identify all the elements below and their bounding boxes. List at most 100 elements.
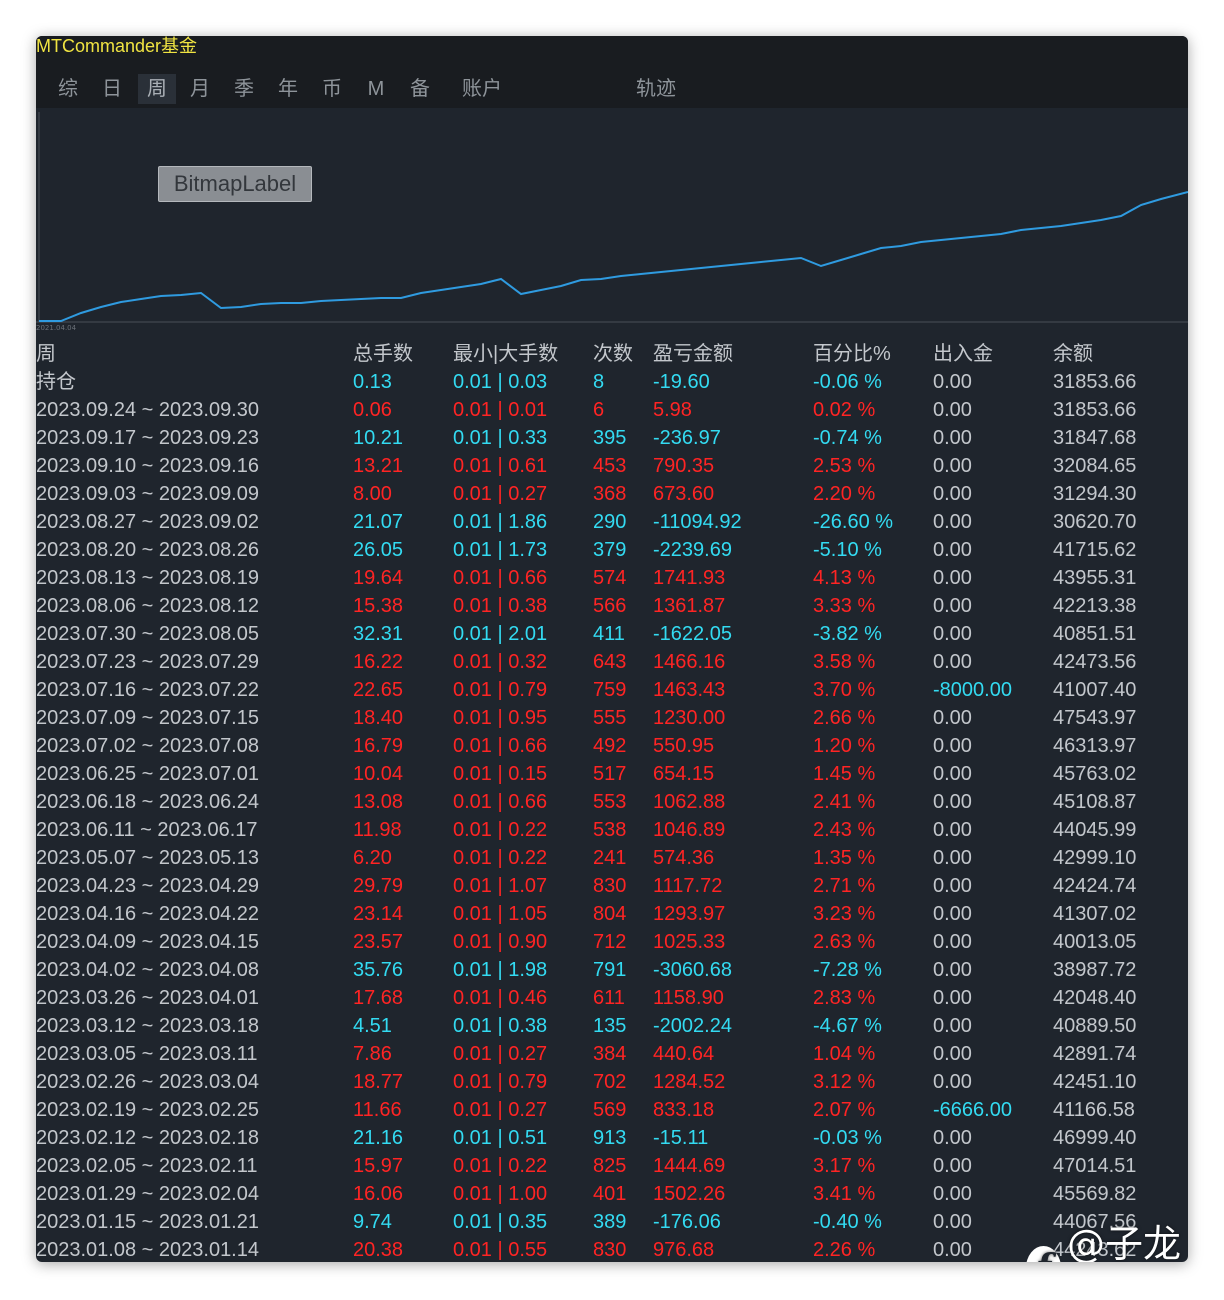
cell-percent: 1.04 %	[813, 1043, 876, 1065]
cell-pnl: -236.97	[653, 427, 721, 449]
cell-balance: 31853.66	[1053, 399, 1137, 421]
cell-deposit: 0.00	[933, 1239, 972, 1261]
cell-lots: 32.31	[353, 623, 404, 645]
header-count: 次数	[593, 343, 633, 365]
cell-lots: 23.14	[353, 903, 404, 925]
chart-x-start-label: 2021.04.04	[36, 324, 77, 332]
cell-count: 759	[593, 679, 627, 701]
equity-line	[39, 191, 1188, 322]
tab-currency[interactable]: 币	[312, 74, 352, 104]
cell-percent: -7.28 %	[813, 959, 882, 981]
cell-percent: 2.43 %	[813, 819, 876, 841]
cell-minmax: 0.01 | 0.33	[453, 427, 548, 449]
cell-balance: 47014.51	[1053, 1155, 1137, 1177]
cell-percent: 3.70 %	[813, 679, 876, 701]
header-period: 周	[36, 343, 56, 365]
table-row: 2023.07.30 ~ 2023.08.05 32.31 0.01 | 2.01 4…	[36, 620, 1188, 648]
cell-pnl: 1046.89	[653, 819, 726, 841]
cell-count: 553	[593, 791, 627, 813]
cell-count: 401	[593, 1183, 627, 1205]
title-bar: MTCommander基金	[36, 36, 1188, 70]
cell-balance: 44045.99	[1053, 819, 1137, 841]
cell-percent: 2.53 %	[813, 455, 876, 477]
cell-minmax: 0.01 | 0.27	[453, 1043, 548, 1065]
cell-minmax: 0.01 | 0.22	[453, 847, 548, 869]
tab-year[interactable]: 年	[268, 74, 308, 104]
cell-lots: 10.04	[353, 763, 404, 785]
table-row: 2023.01.08 ~ 2023.01.14 20.38 0.01 | 0.55 8…	[36, 1236, 1188, 1262]
tab-month[interactable]: 月	[180, 74, 220, 104]
cell-minmax: 0.01 | 0.35	[453, 1211, 548, 1233]
cell-period: 2023.01.08 ~ 2023.01.14	[36, 1239, 259, 1261]
cell-period: 2023.09.24 ~ 2023.09.30	[36, 399, 259, 421]
cell-balance: 42891.74	[1053, 1043, 1137, 1065]
cell-period: 持仓	[36, 371, 76, 393]
cell-count: 8	[593, 371, 605, 393]
cell-period: 2023.06.18 ~ 2023.06.24	[36, 791, 259, 813]
cell-minmax: 0.01 | 0.55	[453, 1239, 548, 1261]
cell-balance: 31853.66	[1053, 371, 1137, 393]
cell-percent: 3.17 %	[813, 1155, 876, 1177]
tab-track[interactable]: 轨迹	[624, 74, 688, 104]
cell-pnl: 1741.93	[653, 567, 726, 589]
cell-deposit: 0.00	[933, 903, 972, 925]
cell-count: 566	[593, 595, 627, 617]
table-row: 2023.07.23 ~ 2023.07.29 16.22 0.01 | 0.32 6…	[36, 648, 1188, 676]
tab-note[interactable]: 备	[400, 74, 440, 104]
cell-balance: 42213.38	[1053, 595, 1137, 617]
table-row: 2023.02.05 ~ 2023.02.11 15.97 0.01 | 0.22 8…	[36, 1152, 1188, 1180]
cell-pnl: -176.06	[653, 1211, 721, 1233]
cell-minmax: 0.01 | 0.51	[453, 1127, 548, 1149]
cell-lots: 9.74	[353, 1211, 392, 1233]
cell-count: 569	[593, 1099, 627, 1121]
cell-pnl: 5.98	[653, 399, 692, 421]
cell-period: 2023.02.05 ~ 2023.02.11	[36, 1155, 258, 1177]
cell-deposit: 0.00	[933, 399, 972, 421]
cell-percent: 2.41 %	[813, 791, 876, 813]
cell-lots: 29.79	[353, 875, 404, 897]
cell-count: 643	[593, 651, 627, 673]
cell-pnl: 976.68	[653, 1239, 715, 1261]
table-row: 2023.07.02 ~ 2023.07.08 16.79 0.01 | 0.66 4…	[36, 732, 1188, 760]
cell-percent: -0.03 %	[813, 1127, 882, 1149]
cell-minmax: 0.01 | 0.01	[453, 399, 548, 421]
tab-account[interactable]: 账户	[452, 74, 512, 104]
cell-balance: 32084.65	[1053, 455, 1137, 477]
cell-count: 290	[593, 511, 627, 533]
tab-m[interactable]: M	[356, 74, 396, 104]
cell-percent: 2.71 %	[813, 875, 876, 897]
cell-balance: 47543.97	[1053, 707, 1137, 729]
tab-quarter[interactable]: 季	[224, 74, 264, 104]
cell-deposit: 0.00	[933, 875, 972, 897]
cell-pnl: 1361.87	[653, 595, 726, 617]
table-row: 2023.07.09 ~ 2023.07.15 18.40 0.01 | 0.95 5…	[36, 704, 1188, 732]
cell-count: 830	[593, 875, 627, 897]
tab-summary[interactable]: 综	[48, 74, 88, 104]
cell-count: 555	[593, 707, 627, 729]
cell-lots: 10.21	[353, 427, 404, 449]
cell-percent: -0.74 %	[813, 427, 882, 449]
cell-pnl: -1622.05	[653, 623, 732, 645]
cell-balance: 38987.72	[1053, 959, 1137, 981]
cell-pnl: 673.60	[653, 483, 715, 505]
cell-percent: 2.20 %	[813, 483, 876, 505]
table-row: 2023.01.29 ~ 2023.02.04 16.06 0.01 | 1.00 4…	[36, 1180, 1188, 1208]
cell-percent: 2.26 %	[813, 1239, 876, 1261]
cell-count: 6	[593, 399, 605, 421]
cell-count: 395	[593, 427, 627, 449]
cell-pnl: 1062.88	[653, 791, 726, 813]
tab-week[interactable]: 周	[138, 74, 176, 104]
app-window: MTCommander基金 综 日 周 月 季 年 币 M 备 账户 轨迹 20…	[36, 36, 1188, 1262]
cell-period: 2023.06.25 ~ 2023.07.01	[36, 763, 259, 785]
cell-percent: 1.45 %	[813, 763, 876, 785]
cell-count: 492	[593, 735, 627, 757]
cell-count: 517	[593, 763, 627, 785]
table-header: 周 总手数 最小|大手数 次数 盈亏金额 百分比% 出入金 余额	[36, 340, 1188, 368]
cell-lots: 4.51	[353, 1015, 392, 1037]
cell-deposit: 0.00	[933, 483, 972, 505]
tab-day[interactable]: 日	[92, 74, 132, 104]
cell-minmax: 0.01 | 0.22	[453, 1155, 548, 1177]
logo-icon: f	[1026, 1246, 1062, 1262]
cell-minmax: 0.01 | 0.79	[453, 679, 548, 701]
cell-lots: 16.79	[353, 735, 404, 757]
